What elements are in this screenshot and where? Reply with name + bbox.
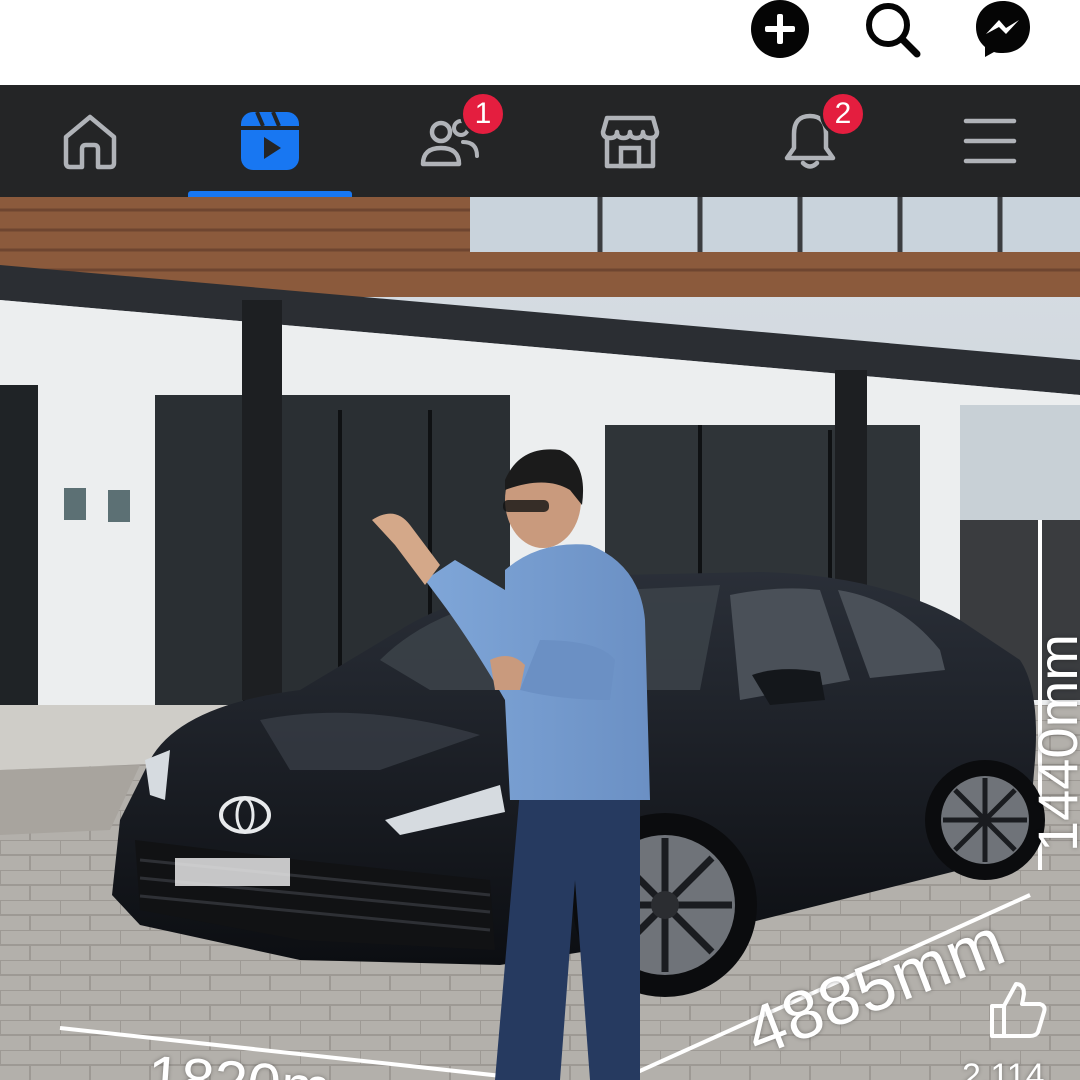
search-button[interactable] <box>857 0 927 58</box>
search-icon <box>866 3 921 58</box>
tab-video[interactable] <box>190 85 350 197</box>
menu-icon <box>963 118 1017 164</box>
video-player[interactable]: 1440mm 4885mm 1820m 2,114 <box>0 197 1080 1080</box>
height-label: 1440mm <box>1026 634 1080 852</box>
create-button[interactable] <box>745 0 815 58</box>
like-button[interactable] <box>982 974 1054 1046</box>
tab-bar: 1 2 <box>0 85 1080 197</box>
tab-home[interactable] <box>10 85 170 197</box>
messenger-icon <box>976 1 1030 57</box>
top-app-bar <box>0 0 1080 85</box>
like-count: 2,114 <box>962 1057 1045 1080</box>
thumbs-up-icon <box>990 982 1047 1038</box>
plus-icon <box>751 0 809 58</box>
notifications-badge: 2 <box>820 91 866 137</box>
tab-friends[interactable]: 1 <box>370 85 530 197</box>
tab-marketplace[interactable] <box>550 85 710 197</box>
video-icon <box>241 111 299 170</box>
tab-menu[interactable] <box>910 85 1070 197</box>
friends-badge: 1 <box>460 91 506 137</box>
messenger-button[interactable] <box>968 0 1038 58</box>
home-icon <box>63 114 117 170</box>
tab-notifications[interactable]: 2 <box>730 85 890 197</box>
marketplace-icon <box>600 115 660 169</box>
